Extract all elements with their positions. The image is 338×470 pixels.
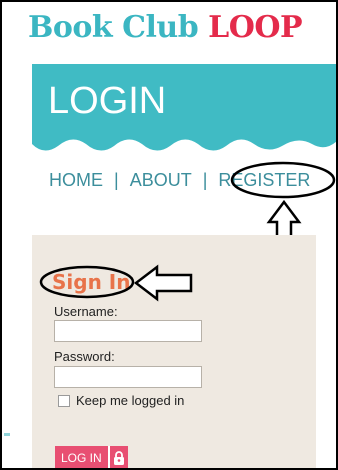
edge-artifact — [4, 433, 10, 436]
main-nav: HOME | ABOUT | REGISTER — [49, 170, 310, 191]
login-button-label: LOG IN — [61, 451, 102, 465]
login-button[interactable]: LOG IN — [55, 446, 128, 468]
signin-heading: Sign In — [52, 270, 131, 294]
brand-logo-part2: LOOP — [208, 10, 303, 45]
nav-separator: | — [114, 170, 119, 190]
lock-icon — [107, 446, 128, 468]
remember-me-label: Keep me logged in — [76, 393, 185, 408]
brand-logo-part1: Book Club — [28, 10, 199, 45]
remember-me-checkbox[interactable] — [58, 395, 70, 407]
password-label: Password: — [54, 349, 115, 364]
username-label: Username: — [54, 304, 118, 319]
brand-logo[interactable]: Book Club LOOP — [28, 10, 303, 45]
password-input[interactable] — [54, 366, 202, 388]
screenshot-frame: Book Club LOOP LOGIN HOME | ABOUT | REGISTER… — [0, 0, 338, 470]
nav-register-link[interactable]: REGISTER — [218, 170, 310, 190]
nav-home-link[interactable]: HOME — [49, 170, 103, 190]
nav-about-link[interactable]: ABOUT — [130, 170, 192, 190]
username-input[interactable] — [54, 320, 202, 342]
page-banner: LOGIN — [32, 64, 336, 154]
nav-separator: | — [202, 170, 208, 190]
page-title: LOGIN — [48, 80, 167, 122]
